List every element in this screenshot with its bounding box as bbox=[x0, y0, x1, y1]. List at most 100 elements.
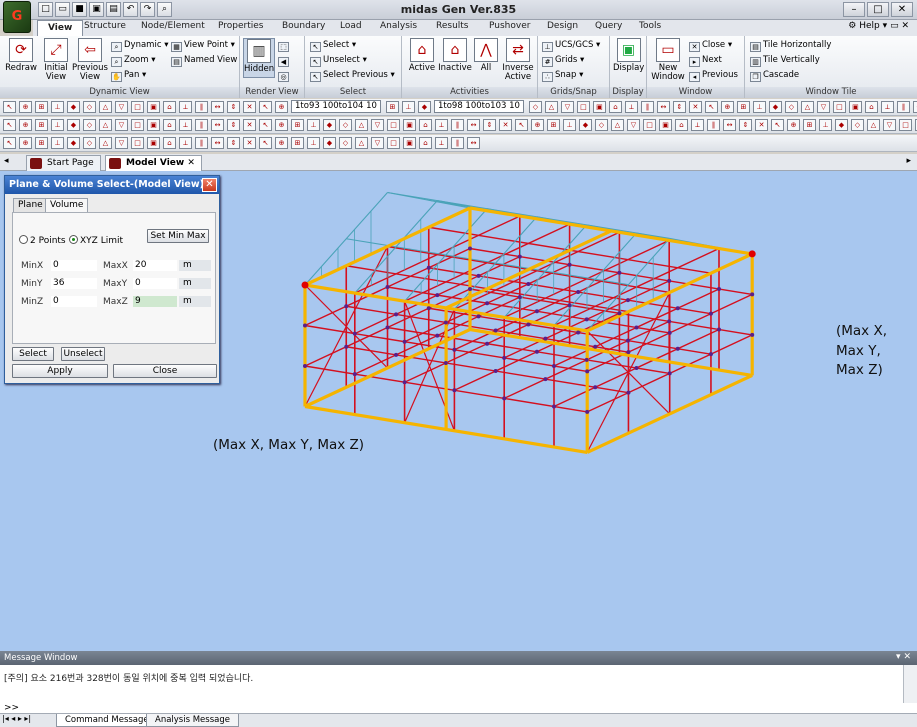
toolbar-tool-icon[interactable]: ↖ bbox=[704, 101, 718, 113]
tab-scroll-left-icon[interactable]: ◂ bbox=[4, 156, 9, 166]
toolbar-tool-icon[interactable]: □ bbox=[131, 137, 144, 149]
toolbar-tool-icon[interactable]: ∥ bbox=[896, 101, 910, 113]
toolbar-tool-icon[interactable]: ↖ bbox=[3, 137, 16, 149]
tile-horizontally-button[interactable]: ▤ Tile Horizontally bbox=[750, 40, 831, 52]
node-point[interactable] bbox=[708, 311, 713, 316]
toolbar-tool-icon[interactable]: ⊞ bbox=[736, 101, 750, 113]
node-point[interactable] bbox=[394, 352, 399, 357]
toolbar-tool-icon[interactable]: ⊕ bbox=[19, 119, 32, 131]
toolbar-tool-icon[interactable]: ◆ bbox=[579, 119, 592, 131]
dock-icon[interactable]: ▭ bbox=[890, 21, 899, 31]
node-point[interactable] bbox=[675, 346, 680, 351]
toolbar-tool-icon[interactable]: ↔ bbox=[211, 137, 224, 149]
toolbar-tool-icon[interactable]: ⊞ bbox=[291, 119, 304, 131]
toolbar-tool-icon[interactable]: ✕ bbox=[243, 137, 256, 149]
menu-structure[interactable]: Structure bbox=[84, 21, 126, 31]
light-button[interactable]: ◀ bbox=[278, 55, 291, 67]
node-point[interactable] bbox=[543, 336, 548, 341]
toolbar-tool-icon[interactable]: △ bbox=[99, 119, 112, 131]
node-point[interactable] bbox=[617, 311, 622, 316]
toolbar-tool-icon[interactable]: ⇕ bbox=[227, 119, 240, 131]
toolbar-tool-icon[interactable]: ⊞ bbox=[35, 137, 48, 149]
toolbar-tool-icon[interactable]: △ bbox=[99, 101, 112, 113]
toolbar-tool-icon[interactable]: ◇ bbox=[851, 119, 864, 131]
node-point[interactable] bbox=[435, 293, 440, 298]
node-point[interactable] bbox=[667, 278, 672, 283]
node-point[interactable] bbox=[452, 347, 457, 352]
toolbar-tool-icon[interactable]: ▣ bbox=[403, 119, 416, 131]
tab-volume[interactable]: Volume bbox=[45, 198, 89, 213]
close-icon[interactable]: ✕ bbox=[901, 21, 909, 31]
node-point[interactable] bbox=[585, 369, 590, 374]
toolbar-tool-icon[interactable]: ⊞ bbox=[291, 137, 304, 149]
toolbar-tool-icon[interactable]: ⊥ bbox=[401, 101, 415, 113]
maximize-icon[interactable]: □ bbox=[867, 2, 889, 17]
radio-2-points[interactable]: 2 Points bbox=[19, 235, 66, 246]
pin-icon[interactable]: ▾ bbox=[896, 652, 901, 662]
node-point[interactable] bbox=[485, 301, 490, 306]
toolbar-tool-icon[interactable]: ⊥ bbox=[819, 119, 832, 131]
node-point[interactable] bbox=[502, 396, 507, 401]
node-point[interactable] bbox=[402, 339, 407, 344]
toolbar-tool-icon[interactable]: ✕ bbox=[688, 101, 702, 113]
toolbar-tool-icon[interactable]: ⌂ bbox=[163, 101, 176, 113]
toolbar-tool-icon[interactable]: ∥ bbox=[195, 119, 208, 131]
toolbar-tool-icon[interactable]: ▣ bbox=[147, 119, 160, 131]
toolbar-tool-icon[interactable]: ⊕ bbox=[275, 101, 288, 113]
tile-vertically-button[interactable]: ▥ Tile Vertically bbox=[750, 55, 820, 67]
node-point[interactable] bbox=[708, 352, 713, 357]
toolbar-tool-icon[interactable]: ⊞ bbox=[803, 119, 816, 131]
initial-view-button[interactable]: ⤢ Initial View bbox=[40, 38, 72, 82]
toolbar-tool-icon[interactable]: ↖ bbox=[771, 119, 784, 131]
minz-field[interactable]: 0 bbox=[51, 296, 97, 307]
menu-pushover[interactable]: Pushover bbox=[489, 21, 530, 31]
menu-analysis[interactable]: Analysis bbox=[380, 21, 417, 31]
toolbar-tool-icon[interactable]: △ bbox=[544, 101, 558, 113]
toolbar-tool-icon[interactable]: △ bbox=[355, 119, 368, 131]
zoom-button[interactable]: ⌕ Zoom ▾ bbox=[111, 55, 155, 67]
node-point[interactable] bbox=[667, 330, 672, 335]
close-tab-icon[interactable]: ✕ bbox=[187, 158, 195, 168]
toolbar-tool-icon[interactable]: ⟂ bbox=[179, 137, 192, 149]
node-point[interactable] bbox=[526, 281, 531, 286]
toolbar-tool-icon[interactable]: ▣ bbox=[147, 101, 160, 113]
toolbar-tool-icon[interactable]: ⊞ bbox=[35, 101, 48, 113]
toolbar-tool-icon[interactable]: ∥ bbox=[707, 119, 720, 131]
maxz-field[interactable]: 9 bbox=[133, 296, 177, 307]
node-point[interactable] bbox=[626, 350, 631, 355]
tab-start-page[interactable]: Start Page bbox=[26, 155, 101, 171]
toolbar-tool-icon[interactable]: ▽ bbox=[371, 137, 384, 149]
node-point[interactable] bbox=[585, 409, 590, 414]
toolbar-tool-icon[interactable]: ◇ bbox=[595, 119, 608, 131]
toolbar-tool-icon[interactable]: ⟂ bbox=[880, 101, 894, 113]
toolbar-tool-icon[interactable]: ⊞ bbox=[35, 119, 48, 131]
toolbar-tool-icon[interactable]: ⟂ bbox=[691, 119, 704, 131]
node-point[interactable] bbox=[502, 355, 507, 360]
node-point[interactable] bbox=[717, 287, 721, 291]
toolbar-tool-icon[interactable]: ⊞ bbox=[385, 101, 399, 113]
menu-results[interactable]: Results bbox=[436, 21, 469, 31]
node-point[interactable] bbox=[476, 314, 481, 319]
node-point[interactable] bbox=[517, 254, 522, 259]
toolbar-tool-icon[interactable]: ✕ bbox=[755, 119, 768, 131]
close-window-button[interactable]: ✕ Close ▾ bbox=[689, 40, 732, 52]
toolbar-tool-icon[interactable]: ◇ bbox=[83, 119, 96, 131]
node-point[interactable] bbox=[303, 323, 307, 328]
grids-button[interactable]: # Grids ▾ bbox=[542, 55, 584, 67]
node-point[interactable] bbox=[626, 390, 631, 395]
toolbar-tool-icon[interactable]: ▽ bbox=[627, 119, 640, 131]
toolbar-tool-icon[interactable]: ◇ bbox=[528, 101, 542, 113]
menu-query[interactable]: Query bbox=[595, 21, 622, 31]
toolbar-tool-icon[interactable]: ◆ bbox=[67, 101, 80, 113]
ucs-gcs-button[interactable]: ⊥ UCS/GCS ▾ bbox=[542, 40, 600, 52]
menu-load[interactable]: Load bbox=[340, 21, 362, 31]
node-point[interactable] bbox=[576, 290, 581, 295]
close-icon[interactable]: ✕ bbox=[891, 2, 913, 17]
toolbar-tool-icon[interactable]: ✕ bbox=[499, 119, 512, 131]
toolbar-tool-icon[interactable]: □ bbox=[576, 101, 590, 113]
toolbar-tool-icon[interactable]: ⌂ bbox=[163, 119, 176, 131]
toolbar-tool-icon[interactable]: ◆ bbox=[67, 137, 80, 149]
node-point[interactable] bbox=[303, 364, 307, 368]
toolbar-tool-icon[interactable]: ⊥ bbox=[307, 119, 320, 131]
toolbar-tool-icon[interactable]: ◆ bbox=[67, 119, 80, 131]
